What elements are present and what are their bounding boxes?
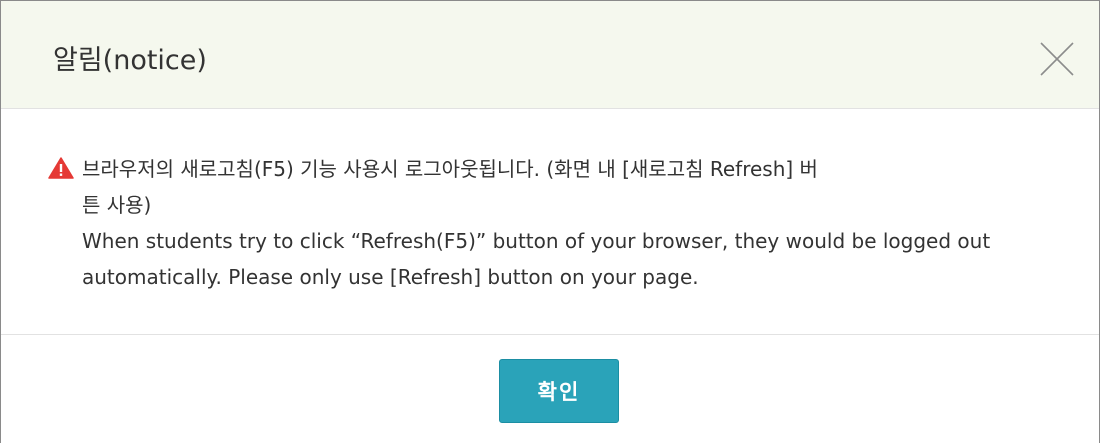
message-korean-line2: 튼 사용) bbox=[82, 193, 152, 217]
notice-dialog: 알림(notice) 브라우저의 새로고침(F5) 기능 사용시 로그아웃됩니다… bbox=[0, 0, 1100, 443]
dialog-body: 브라우저의 새로고침(F5) 기능 사용시 로그아웃됩니다. (화면 내 [새로… bbox=[1, 109, 1099, 335]
dialog-footer: 확인 bbox=[1, 335, 1099, 444]
dialog-title: 알림(notice) bbox=[53, 45, 207, 76]
notice-message: 브라우저의 새로고침(F5) 기능 사용시 로그아웃됩니다. (화면 내 [새로… bbox=[48, 151, 1088, 295]
close-icon bbox=[1040, 42, 1074, 76]
message-korean-line1-text: 브라우저의 새로고침(F5) 기능 사용시 로그아웃됩니다. (화면 내 [새로… bbox=[82, 157, 818, 181]
confirm-button[interactable]: 확인 bbox=[499, 359, 619, 423]
warning-icon bbox=[48, 157, 74, 179]
dialog-header: 알림(notice) bbox=[1, 1, 1099, 109]
message-english: When students try to click “Refresh(F5)”… bbox=[82, 229, 991, 289]
message-korean-line1: 브라우저의 새로고침(F5) 기능 사용시 로그아웃됩니다. (화면 내 [새로… bbox=[48, 151, 1088, 187]
close-button[interactable] bbox=[1037, 39, 1077, 79]
